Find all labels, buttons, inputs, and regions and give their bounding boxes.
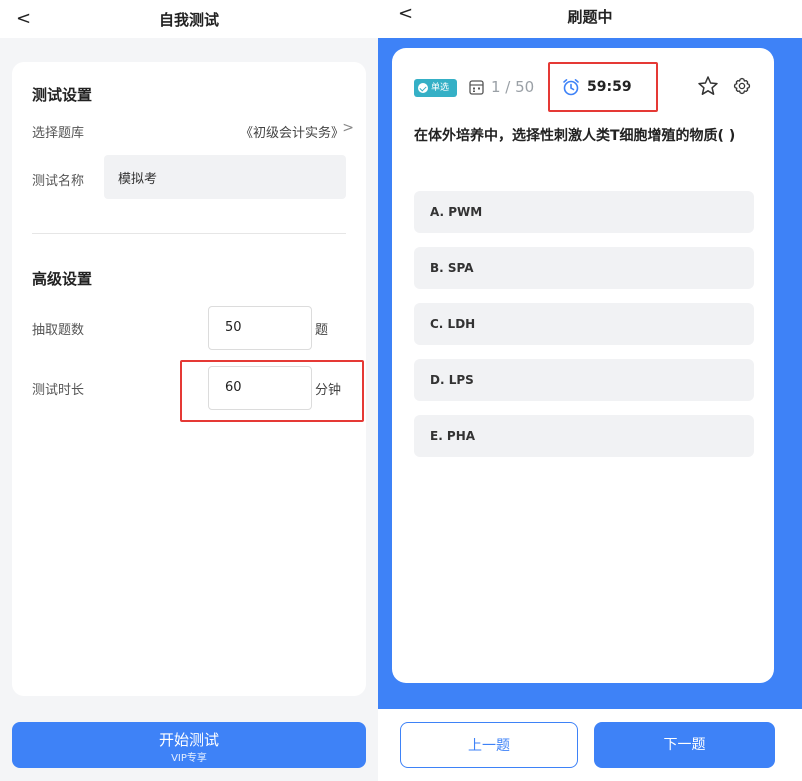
vip-only-label: VIP专享 bbox=[171, 753, 207, 764]
start-test-label: 开始测试 bbox=[158, 731, 219, 749]
next-question-button[interactable]: 下一题 bbox=[594, 722, 775, 768]
question-count-label: 抽取题数 bbox=[32, 323, 85, 338]
option-d-label: D. LPS bbox=[430, 373, 474, 387]
page-title: 自我测试 bbox=[158, 11, 219, 29]
timer-highlight-box bbox=[548, 62, 658, 112]
previous-question-button[interactable]: 上一题 bbox=[400, 722, 578, 768]
answer-sheet-icon[interactable] bbox=[469, 80, 484, 95]
start-test-button[interactable]: 开始测试 VIP专享 bbox=[12, 722, 366, 768]
option-e[interactable]: E. PHA bbox=[414, 415, 754, 457]
chevron-right-icon: > bbox=[342, 120, 354, 136]
practice-screen: < 刷题中 单选 1 / 50 59:59 在体外培养中，选择性刺激人类T细胞增… bbox=[378, 0, 802, 781]
test-name-label: 测试名称 bbox=[32, 174, 85, 189]
page-title: 刷题中 bbox=[567, 8, 613, 26]
option-a-label: A. PWM bbox=[430, 205, 483, 219]
test-name-value: 模拟考 bbox=[118, 172, 158, 187]
option-e-label: E. PHA bbox=[430, 429, 476, 443]
check-circle-icon bbox=[418, 83, 428, 93]
question-bank-label: 选择题库 bbox=[32, 126, 85, 141]
question-count-value: 50 bbox=[225, 320, 242, 335]
option-b-label: B. SPA bbox=[430, 261, 474, 275]
test-name-field[interactable]: 模拟考 bbox=[104, 155, 346, 199]
option-b[interactable]: B. SPA bbox=[414, 247, 754, 289]
duration-label: 测试时长 bbox=[32, 383, 85, 398]
option-c[interactable]: C. LDH bbox=[414, 303, 754, 345]
question-card: 单选 1 / 50 59:59 在体外培养中，选择性刺激人类T细胞增殖的物质( … bbox=[392, 48, 774, 683]
option-c-label: C. LDH bbox=[430, 317, 476, 331]
settings-card: 测试设置 选择题库 《初级会计实务》 > 测试名称 模拟考 高级设置 抽取题数 … bbox=[12, 62, 366, 696]
option-a[interactable]: A. PWM bbox=[414, 191, 754, 233]
self-test-screen: < 自我测试 测试设置 选择题库 《初级会计实务》 > 测试名称 模拟考 高级设… bbox=[0, 0, 378, 781]
advanced-settings-heading: 高级设置 bbox=[32, 270, 93, 288]
question-count-input[interactable]: 50 bbox=[208, 306, 312, 350]
question-bank-value[interactable]: 《初级会计实务》 bbox=[240, 122, 344, 141]
option-d[interactable]: D. LPS bbox=[414, 359, 754, 401]
duration-highlight-box bbox=[180, 360, 364, 422]
question-text: 在体外培养中，选择性刺激人类T细胞增殖的物质( ) bbox=[414, 128, 736, 144]
top-bar: < 自我测试 bbox=[0, 0, 378, 38]
question-count-unit: 题 bbox=[315, 323, 329, 338]
single-choice-badge: 单选 bbox=[414, 79, 457, 97]
question-progress: 1 / 50 bbox=[491, 78, 535, 96]
test-settings-heading: 测试设置 bbox=[32, 86, 93, 104]
favorite-star-icon[interactable] bbox=[697, 75, 719, 97]
settings-gear-icon[interactable] bbox=[733, 77, 751, 95]
badge-label: 单选 bbox=[431, 83, 450, 93]
top-bar: < 刷题中 bbox=[378, 0, 802, 38]
divider bbox=[32, 233, 346, 234]
